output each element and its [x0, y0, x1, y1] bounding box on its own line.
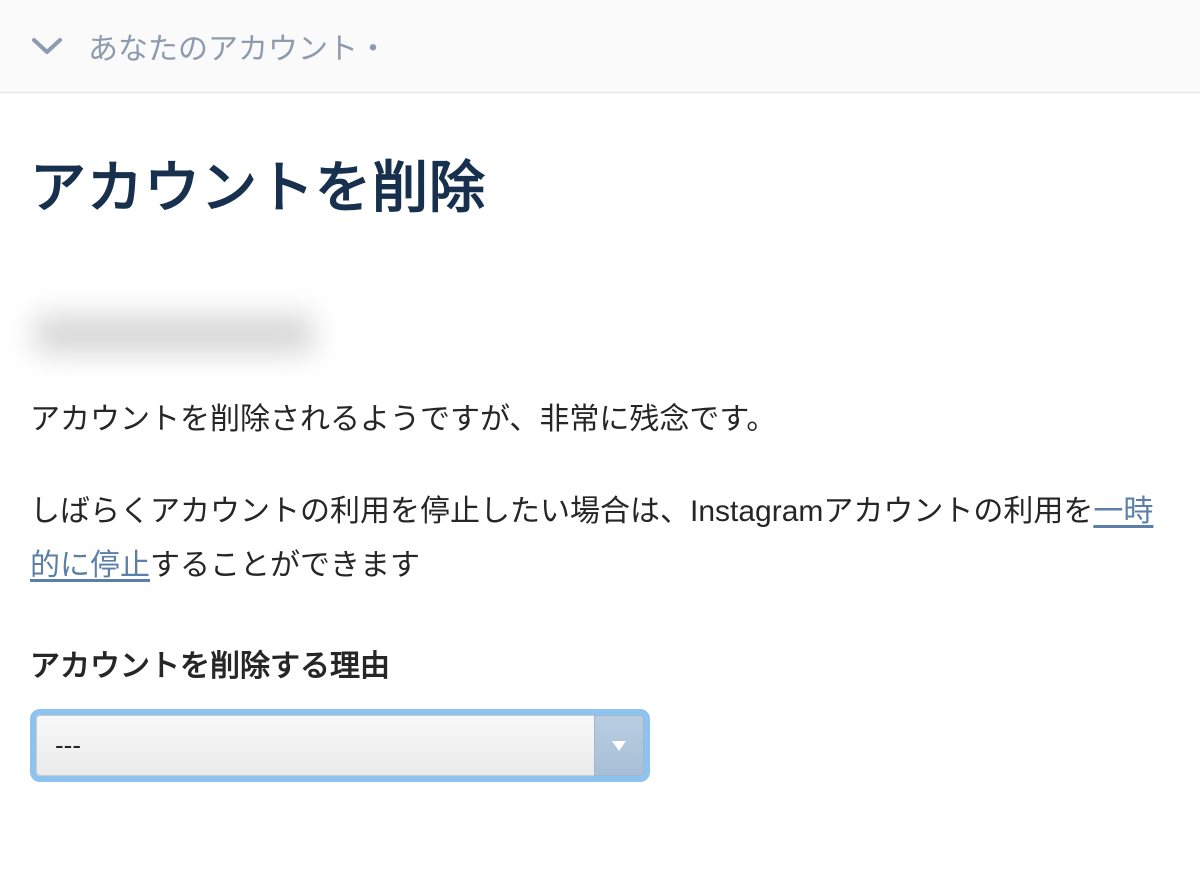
pause-text-before: しばらくアカウントの利用を停止したい場合は、Instagramアカウントの利用を: [30, 495, 1093, 528]
pause-message: しばらくアカウントの利用を停止したい場合は、Instagramアカウントの利用を…: [30, 485, 1170, 593]
pause-text-after: することができます: [150, 549, 420, 582]
dropdown-arrow-icon: [594, 715, 644, 776]
main-content: アカウントを削除 アカウントを削除されるようですが、非常に残念です。 しばらくア…: [0, 93, 1200, 812]
sorry-message: アカウントを削除されるようですが、非常に残念です。: [30, 394, 1170, 445]
reason-select-value: ---: [36, 715, 594, 776]
username-redacted: [34, 314, 314, 354]
reason-label: アカウントを削除する理由: [30, 641, 1170, 685]
chevron-down-icon[interactable]: [30, 34, 64, 58]
breadcrumb[interactable]: あなたのアカウント・: [88, 24, 388, 68]
reason-select[interactable]: ---: [30, 709, 650, 782]
header-bar: あなたのアカウント・: [0, 0, 1200, 93]
page-title: アカウントを削除: [30, 143, 1170, 224]
